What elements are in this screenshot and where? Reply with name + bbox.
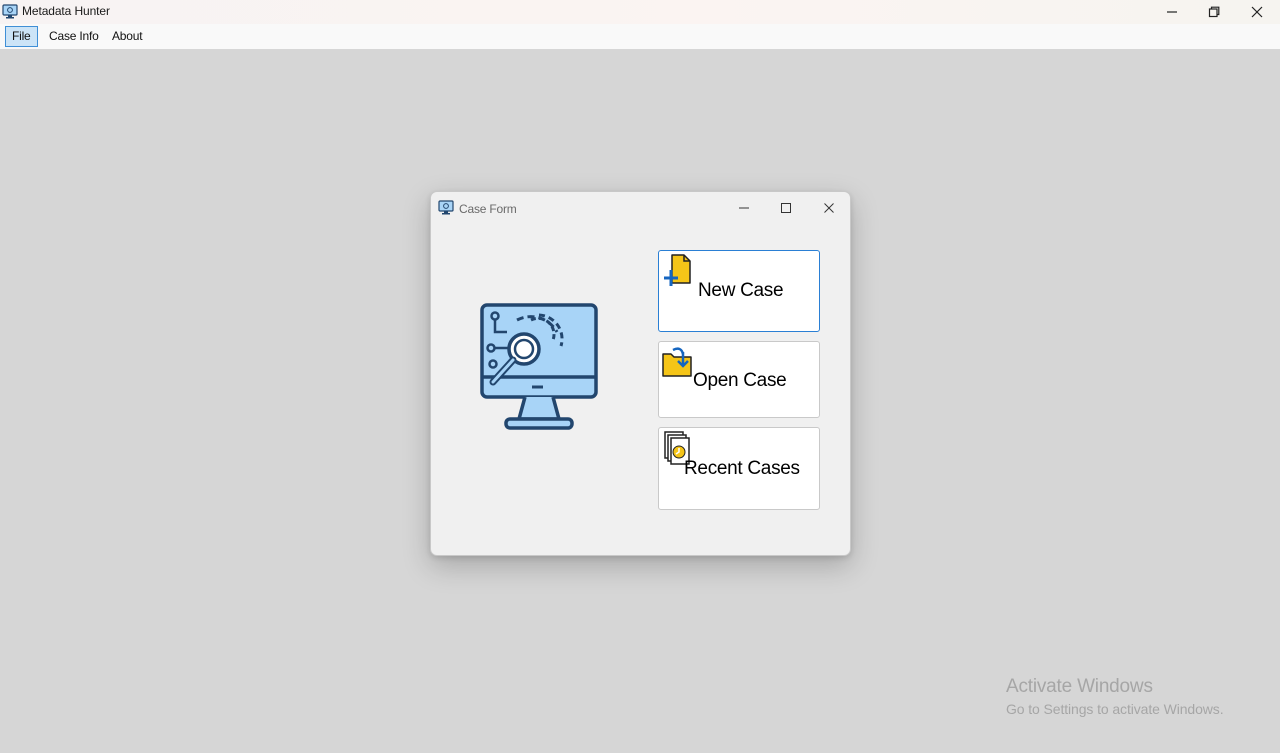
menu-about[interactable]: About [106,26,148,47]
dialog-minimize-button[interactable] [727,196,761,220]
dialog-title-bar[interactable]: Case Form [431,192,850,224]
minimize-icon [1167,11,1177,13]
restore-button[interactable] [1193,0,1235,24]
new-case-label: New Case [698,280,784,301]
menu-case-info[interactable]: Case Info [43,26,105,47]
dialog-app-icon [438,200,454,215]
close-button[interactable] [1236,0,1278,24]
dialog-title: Case Form [459,202,517,216]
case-form-dialog: Case Form New Case Open Case Recent Case… [430,191,851,556]
menu-file[interactable]: File [5,26,38,47]
dialog-maximize-button[interactable] [769,196,803,220]
minimize-button[interactable] [1151,0,1193,24]
recent-cases-label: Recent Cases [684,458,800,479]
main-window: Metadata Hunter File Case Info About Cas… [0,0,1280,753]
open-case-button[interactable]: Open Case [658,341,820,418]
monitor-fingerprint-search-icon [479,302,599,432]
new-file-plus-icon [663,253,693,294]
recent-cases-button[interactable]: Recent Cases [658,427,820,510]
minimize-icon [739,207,749,209]
title-bar[interactable]: Metadata Hunter [0,0,1280,24]
app-icon [2,4,18,19]
dialog-close-button[interactable] [812,196,846,220]
close-icon [824,203,834,213]
window-title: Metadata Hunter [22,4,110,18]
watermark-title: Activate Windows [1006,676,1153,697]
new-case-button[interactable]: New Case [658,250,820,332]
maximize-icon [781,203,791,213]
activation-watermark: Activate Windows Go to Settings to activ… [1006,676,1224,717]
menu-bar: File Case Info About [0,24,1280,49]
open-folder-icon [661,346,693,383]
open-case-label: Open Case [693,370,787,391]
watermark-subtitle: Go to Settings to activate Windows. [1006,701,1224,717]
close-icon [1251,6,1263,18]
restore-icon [1208,6,1220,18]
